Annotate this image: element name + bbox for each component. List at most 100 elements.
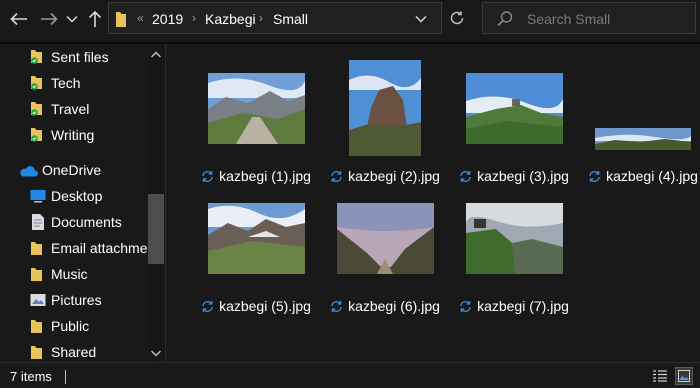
navigation-pane: Sent files Tech Travel Writing OneDrive … — [0, 44, 166, 362]
file-name-text: kazbegi (1).jpg — [219, 168, 311, 184]
image-thumbnail — [595, 128, 691, 150]
left-arrow-icon — [10, 12, 27, 26]
sidebar-item-label: Pictures — [51, 292, 102, 308]
status-bar: 7 items — [0, 362, 700, 388]
desktop-icon — [30, 190, 46, 203]
recent-locations-button[interactable] — [62, 7, 82, 31]
file-item[interactable]: kazbegi (1).jpg — [192, 56, 320, 186]
sidebar-item-label: Documents — [51, 214, 122, 230]
sidebar-item-label: Music — [51, 266, 88, 282]
file-name: kazbegi (5).jpg — [192, 298, 320, 314]
folder-icon — [31, 346, 42, 359]
file-item[interactable]: kazbegi (7).jpg — [450, 186, 578, 316]
folder-icon — [31, 268, 42, 281]
breadcrumb-separator: › — [259, 11, 263, 25]
file-view: kazbegi (1).jpg kazbegi (2).jpg kazbegi … — [167, 44, 700, 362]
large-icons-view-icon — [678, 370, 690, 382]
folder-synced-icon — [31, 102, 42, 116]
sidebar-scrollbar-thumb[interactable] — [148, 194, 164, 264]
sidebar-item-public[interactable]: Public — [0, 313, 148, 339]
file-item[interactable]: kazbegi (3).jpg — [450, 56, 578, 186]
pictures-icon — [30, 294, 46, 306]
file-name: kazbegi (3).jpg — [450, 168, 578, 184]
sidebar-item-label: Sent files — [51, 49, 109, 65]
file-item[interactable]: kazbegi (2).jpg — [321, 56, 449, 186]
folder-synced-icon — [31, 128, 42, 142]
image-thumbnail — [465, 202, 563, 274]
forward-button[interactable] — [36, 7, 62, 31]
sidebar-item-writing[interactable]: Writing — [0, 122, 148, 148]
large-icons-view-button[interactable] — [675, 367, 693, 385]
details-view-button[interactable] — [651, 367, 669, 385]
image-thumbnail — [349, 60, 421, 156]
sidebar-item-sent-files[interactable]: Sent files — [0, 44, 148, 70]
image-thumbnail — [465, 72, 563, 144]
up-button[interactable] — [84, 7, 106, 31]
scroll-down-icon[interactable] — [150, 348, 162, 358]
right-arrow-icon — [41, 12, 58, 26]
folder-icon — [116, 12, 126, 27]
sidebar-item-music[interactable]: Music — [0, 261, 148, 287]
sidebar-item-desktop[interactable]: Desktop — [0, 183, 148, 209]
image-thumbnail — [336, 202, 434, 274]
file-name-text: kazbegi (7).jpg — [477, 298, 569, 314]
file-name: kazbegi (7).jpg — [450, 298, 578, 314]
sidebar-item-tech[interactable]: Tech — [0, 70, 148, 96]
sync-icon — [589, 171, 600, 182]
file-name-text: kazbegi (2).jpg — [348, 168, 440, 184]
file-name: kazbegi (4).jpg — [579, 168, 700, 184]
scroll-up-icon[interactable] — [150, 50, 162, 60]
sync-icon — [331, 301, 342, 312]
file-name-text: kazbegi (3).jpg — [477, 168, 569, 184]
sidebar-item-label: Tech — [51, 75, 81, 91]
sidebar-item-pictures[interactable]: Pictures — [0, 287, 148, 313]
refresh-icon — [450, 11, 464, 25]
breadcrumb-overflow[interactable]: « — [137, 11, 144, 25]
image-thumbnail — [207, 72, 305, 144]
file-name-text: kazbegi (4).jpg — [606, 168, 698, 184]
breadcrumb-small[interactable]: Small — [273, 11, 308, 27]
file-name-text: kazbegi (6).jpg — [348, 298, 440, 314]
status-divider — [65, 370, 66, 384]
sync-icon — [202, 301, 213, 312]
sidebar-item-label: Public — [51, 318, 90, 334]
sidebar-item-email-attachments[interactable]: Email attachments — [0, 235, 148, 261]
folder-synced-icon — [31, 76, 42, 90]
sidebar-item-label: Writing — [51, 127, 95, 143]
file-item[interactable]: kazbegi (4).jpg — [579, 56, 700, 186]
toolbar: « 2019 › Kazbegi › Small Search Small — [0, 0, 700, 42]
sync-icon — [202, 171, 213, 182]
sidebar-item-label: Email attachments — [51, 240, 148, 256]
sync-icon — [460, 171, 471, 182]
refresh-button[interactable] — [444, 2, 470, 34]
breadcrumb-kazbegi[interactable]: Kazbegi — [205, 11, 256, 27]
sidebar-item-label: Desktop — [51, 188, 103, 204]
image-thumbnail — [207, 202, 305, 274]
sidebar-item-travel[interactable]: Travel — [0, 96, 148, 122]
sidebar-item-label: OneDrive — [42, 162, 102, 178]
up-arrow-icon — [88, 10, 102, 27]
item-count: 7 items — [10, 369, 52, 384]
breadcrumb-separator: › — [192, 11, 196, 25]
file-item[interactable]: kazbegi (5).jpg — [192, 186, 320, 316]
folder-icon — [31, 320, 42, 333]
address-bar[interactable]: « 2019 › Kazbegi › Small — [108, 2, 442, 34]
file-name-text: kazbegi (5).jpg — [219, 298, 311, 314]
file-item[interactable]: kazbegi (6).jpg — [321, 186, 449, 316]
address-dropdown-icon[interactable] — [414, 12, 428, 26]
document-icon — [32, 214, 44, 230]
cloud-icon — [20, 166, 38, 177]
sidebar-item-documents[interactable]: Documents — [0, 209, 148, 235]
search-box[interactable]: Search Small — [482, 2, 696, 34]
back-button[interactable] — [6, 7, 32, 31]
sidebar-item-onedrive[interactable]: OneDrive — [0, 157, 148, 183]
details-view-icon — [653, 370, 667, 382]
file-name: kazbegi (1).jpg — [192, 168, 320, 184]
file-name: kazbegi (6).jpg — [321, 298, 449, 314]
sidebar-item-label: Travel — [51, 101, 90, 117]
sidebar-item-label: Shared — [51, 344, 97, 360]
sync-icon — [331, 171, 342, 182]
search-icon — [497, 11, 513, 27]
breadcrumb-2019[interactable]: 2019 — [152, 11, 183, 27]
folder-icon — [31, 242, 42, 255]
